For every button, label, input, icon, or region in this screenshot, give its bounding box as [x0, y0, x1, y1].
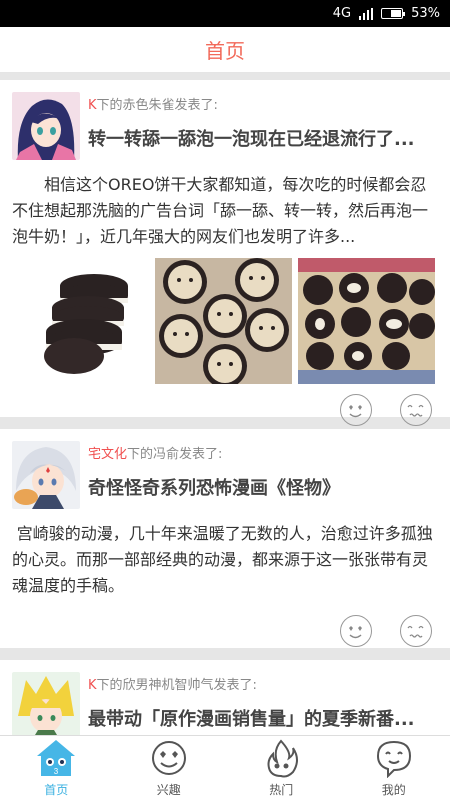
battery-icon — [381, 8, 406, 19]
post-card[interactable]: K下的欣男神机智帅气发表了: 最带动「原作漫画销售量」的夏季新番... — [0, 660, 450, 735]
signal-icon — [359, 7, 374, 20]
love-reaction-icon[interactable] — [340, 394, 372, 426]
tab-interest[interactable]: 兴趣 — [113, 736, 226, 800]
tab-label: 我的 — [381, 783, 406, 797]
oreo-faces-image[interactable] — [155, 258, 292, 384]
sad-reaction-icon[interactable] — [400, 394, 432, 426]
interest-face-icon — [151, 741, 186, 775]
status-bar: 4G 53% — [0, 0, 450, 27]
battery-level-fill — [391, 10, 402, 17]
flame-icon — [267, 739, 299, 778]
post-images — [12, 258, 438, 384]
svg-text:3: 3 — [54, 767, 59, 776]
oreo-art-image[interactable] — [298, 258, 435, 384]
tab-mine[interactable]: 我的 — [338, 736, 450, 800]
post-excerpt[interactable]: 宫崎骏的动漫，几十年来温暖了无数的人，治愈过许多孤独的心灵。而那一部部经典的动漫… — [12, 521, 438, 599]
home-icon: 3 — [37, 740, 76, 776]
tab-label: 热门 — [269, 783, 294, 797]
tab-hot[interactable]: 热门 — [225, 736, 338, 800]
group-link[interactable]: K — [88, 678, 97, 693]
page-title: 首页 — [205, 39, 245, 63]
tab-label: 兴趣 — [156, 783, 181, 797]
post-title[interactable]: 奇怪怪奇系列恐怖漫画《怪物》 — [88, 474, 438, 500]
post-byline: 宅文化下的冯俞发表了: — [88, 447, 223, 462]
post-byline: K下的欣男神机智帅气发表了: — [88, 678, 257, 693]
battery-percent: 53% — [411, 6, 440, 21]
post-feed[interactable]: K下的赤色朱雀发表了: 转一转舔一舔泡一泡现在已经退流行了... 相信这个ORE… — [0, 80, 450, 735]
group-link[interactable]: K — [88, 98, 97, 113]
profile-chat-icon — [376, 740, 411, 778]
post-excerpt[interactable]: 相信这个OREO饼干大家都知道，每次吃的时候都会忍不住想起那洗脑的广告台词「舔一… — [12, 172, 438, 250]
sad-reaction-icon[interactable] — [400, 615, 432, 647]
app-bar: 首页 — [0, 27, 450, 73]
post-title[interactable]: 最带动「原作漫画销售量」的夏季新番... — [88, 705, 438, 731]
group-link[interactable]: 宅文化 — [88, 447, 127, 462]
post-card[interactable]: K下的赤色朱雀发表了: 转一转舔一舔泡一泡现在已经退流行了... 相信这个ORE… — [0, 80, 450, 426]
tab-home[interactable]: 3 首页 — [0, 736, 113, 800]
love-reaction-icon[interactable] — [340, 615, 372, 647]
post-title[interactable]: 转一转舔一舔泡一泡现在已经退流行了... — [88, 125, 438, 151]
avatar[interactable] — [12, 92, 80, 160]
tab-label: 首页 — [44, 783, 69, 797]
post-byline: K下的赤色朱雀发表了: — [88, 98, 218, 113]
oreo-stack-image[interactable] — [12, 258, 149, 384]
avatar[interactable] — [12, 441, 80, 509]
network-indicator: 4G — [332, 6, 352, 21]
post-card[interactable]: 宅文化下的冯俞发表了: 奇怪怪奇系列恐怖漫画《怪物》 宫崎骏的动漫，几十年来温暖… — [0, 429, 450, 648]
avatar[interactable] — [12, 672, 80, 735]
bottom-tab-bar: 3 首页 兴趣 热门 我的 — [0, 735, 450, 800]
